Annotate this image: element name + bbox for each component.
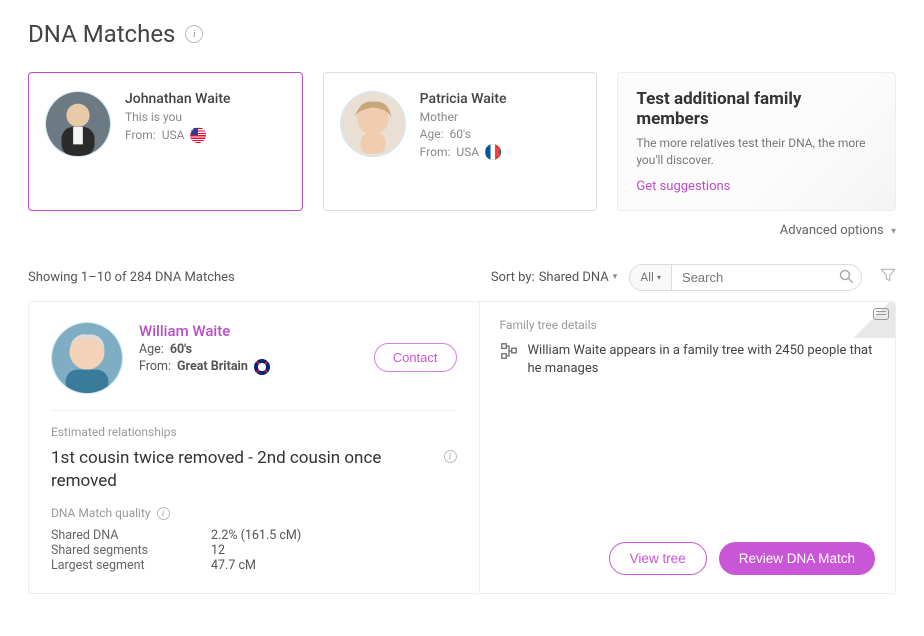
profile-card-self[interactable]: Johnathan Waite This is you From: USA (28, 72, 303, 211)
age-label: Age: (420, 127, 444, 141)
sort-by-select[interactable]: Sort by: Shared DNA ▾ (491, 270, 618, 285)
chevron-down-icon: ▾ (657, 273, 661, 282)
quality-table: Shared DNA2.2% (161.5 cM) Shared segment… (51, 528, 457, 573)
contact-button[interactable]: Contact (374, 343, 457, 372)
from-value: Great Britain (177, 359, 248, 374)
shared-dna-value: 2.2% (161.5 cM) (211, 528, 301, 543)
get-suggestions-link[interactable]: Get suggestions (636, 179, 730, 194)
from-label: From: (420, 145, 451, 159)
note-tab[interactable] (849, 302, 895, 338)
age-value: 60's (450, 127, 471, 141)
flag-france-icon (485, 144, 501, 160)
age-value: 60's (170, 342, 192, 357)
tree-icon (500, 342, 518, 378)
showing-count: Showing 1–10 of 284 DNA Matches (28, 270, 235, 285)
age-label: Age: (139, 342, 164, 357)
relationship-text: 1st cousin twice removed - 2nd cousin on… (51, 447, 438, 493)
segments-key: Shared segments (51, 543, 211, 558)
filter-label: All (640, 270, 654, 284)
filter-all-pill[interactable]: All ▾ (629, 264, 672, 291)
page-title: DNA Matches (28, 20, 175, 48)
search-icon[interactable] (839, 269, 854, 288)
view-tree-button[interactable]: View tree (609, 542, 707, 575)
match-name-link[interactable]: William Waite (139, 322, 270, 340)
dna-quality-label: DNA Match quality (51, 506, 151, 520)
sort-label: Sort by: (491, 270, 535, 285)
profile-subtitle: This is you (125, 110, 230, 124)
promo-text: The more relatives test their DNA, the m… (636, 135, 877, 169)
match-card: William Waite Age: 60's From: Great Brit… (28, 301, 896, 595)
avatar (45, 91, 111, 157)
profile-name: Johnathan Waite (125, 91, 230, 107)
from-value: USA (456, 145, 479, 159)
sort-value: Shared DNA (539, 270, 609, 285)
info-icon[interactable]: i (185, 25, 203, 43)
search-input[interactable] (672, 264, 862, 291)
shared-dna-key: Shared DNA (51, 528, 211, 543)
promo-title: Test additional family members (636, 89, 877, 129)
from-label: From: (125, 128, 156, 142)
profile-subtitle: Mother (420, 110, 507, 124)
info-icon[interactable]: i (444, 450, 457, 463)
family-tree-label: Family tree details (500, 318, 875, 332)
largest-key: Largest segment (51, 558, 211, 573)
from-value: USA (162, 128, 185, 142)
note-icon (873, 308, 889, 320)
estimated-relationships-label: Estimated relationships (51, 425, 457, 439)
from-label: From: (139, 359, 171, 374)
avatar (340, 91, 406, 157)
filter-icon[interactable] (880, 267, 896, 287)
review-match-button[interactable]: Review DNA Match (719, 542, 875, 575)
family-tree-text: William Waite appears in a family tree w… (528, 342, 875, 378)
segments-value: 12 (211, 543, 225, 558)
info-icon[interactable]: i (157, 507, 170, 520)
chevron-down-icon: ▾ (613, 272, 618, 282)
flag-gb-icon (254, 359, 270, 375)
avatar (51, 322, 123, 394)
largest-value: 47.7 cM (211, 558, 256, 573)
advanced-options-toggle[interactable]: Advanced options (780, 223, 884, 238)
chevron-down-icon: ▾ (891, 226, 896, 237)
profile-card-mother[interactable]: Patricia Waite Mother Age: 60's From: US… (323, 72, 598, 211)
profile-name: Patricia Waite (420, 91, 507, 107)
flag-usa-icon (190, 127, 206, 143)
promo-card: Test additional family members The more … (617, 72, 896, 211)
